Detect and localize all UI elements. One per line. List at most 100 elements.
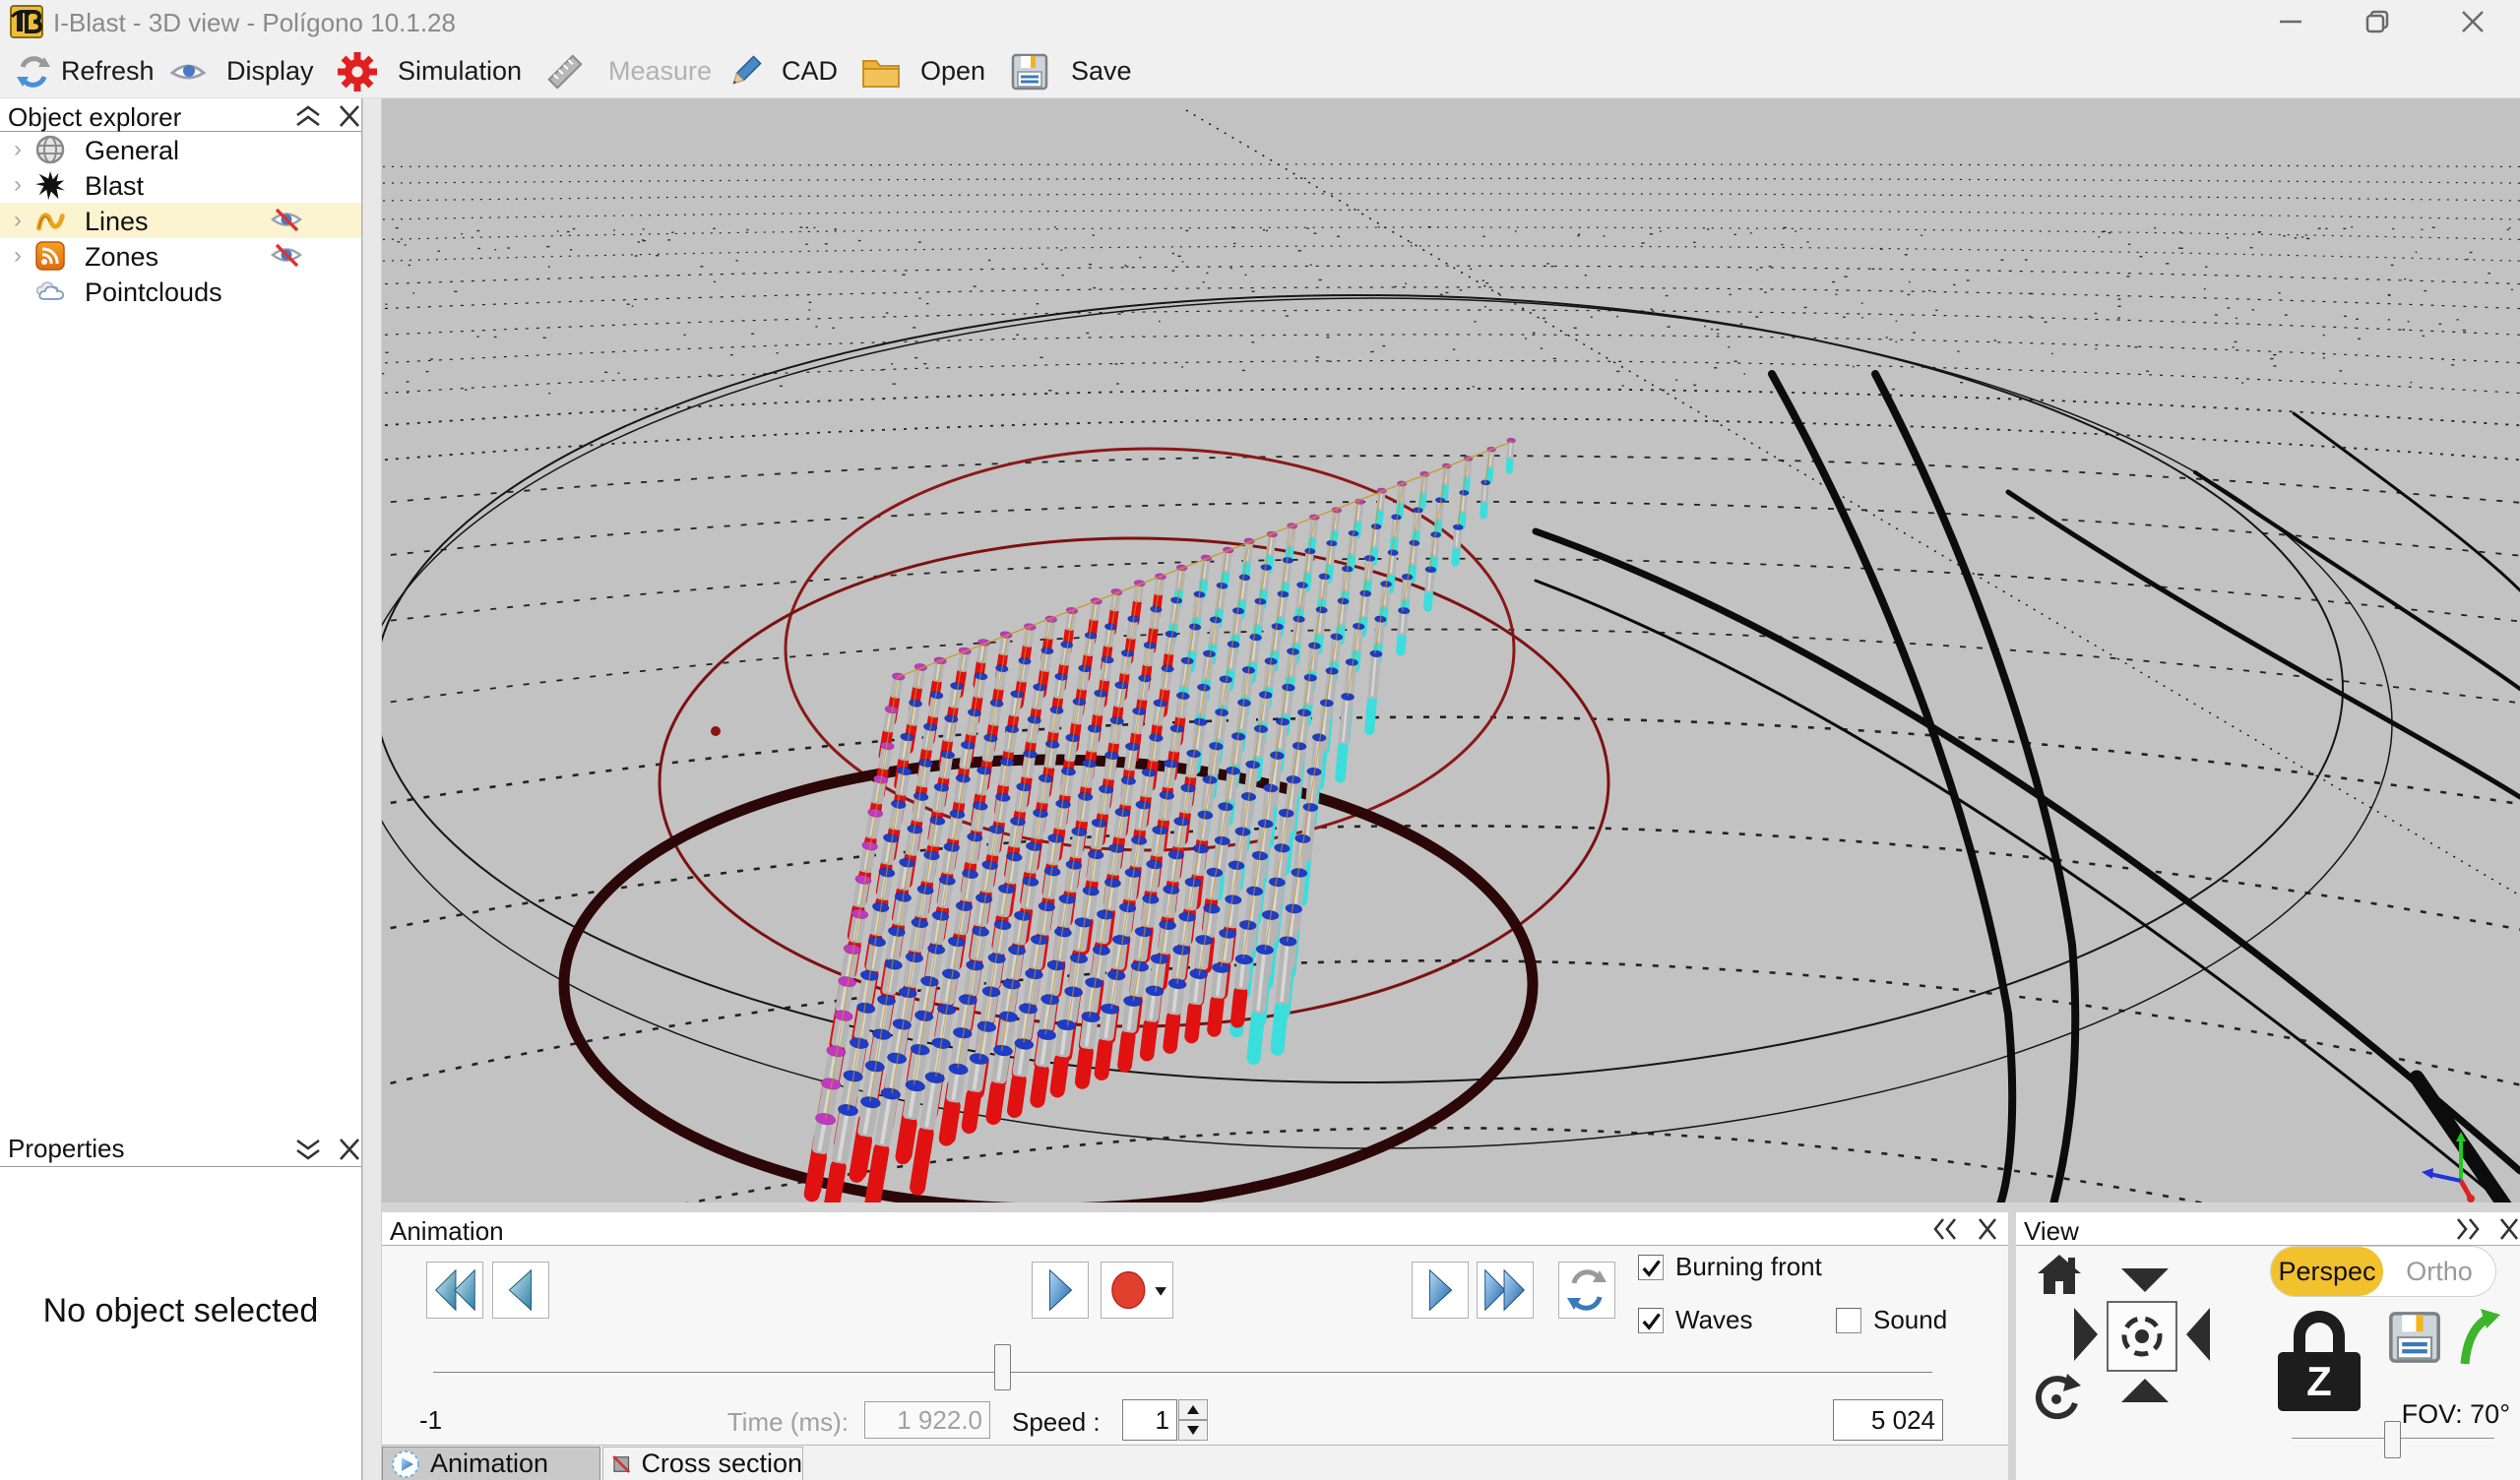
tree-item-zones[interactable]: › Zones [0, 238, 361, 274]
replay-button[interactable] [1558, 1262, 1615, 1319]
pan-right-icon[interactable] [2073, 1307, 2099, 1362]
save-icon[interactable] [1011, 53, 1048, 91]
close-panel-icon[interactable] [333, 1137, 366, 1162]
expand-chevron-icon[interactable]: › [14, 171, 22, 199]
app-logo-icon [10, 5, 43, 38]
view-title: View [2024, 1216, 2079, 1247]
checkbox-box [1638, 1255, 1664, 1280]
zones-icon [35, 241, 65, 271]
pan-up-icon[interactable] [2120, 1378, 2170, 1403]
collapse-up-icon[interactable] [291, 103, 325, 129]
expand-chevron-icon[interactable]: › [14, 207, 22, 234]
globe-icon [35, 135, 65, 164]
measure-button: Measure [608, 56, 712, 87]
timeline-track[interactable] [433, 1372, 1932, 1375]
checkbox-label: Burning front [1675, 1252, 1822, 1282]
pan-left-icon[interactable] [2185, 1307, 2211, 1362]
blast-scene [382, 98, 2520, 1202]
tree-item-label: Pointclouds [85, 278, 222, 308]
expand-chevron-icon[interactable]: › [14, 136, 22, 163]
speed-stepper [1178, 1399, 1208, 1441]
frame-value: 5 024 [1871, 1405, 1935, 1436]
lock-shackle [2294, 1311, 2345, 1356]
fov-label: FOV: 70° [2361, 1399, 2510, 1430]
step-back-button[interactable] [492, 1262, 549, 1319]
visibility-off-icon[interactable] [270, 206, 303, 234]
cad-button[interactable]: CAD [782, 56, 838, 87]
time-value: 1 922.0 [897, 1405, 982, 1436]
gear-icon[interactable] [336, 50, 379, 93]
pencil-icon[interactable] [726, 53, 764, 91]
fast-forward-button[interactable] [1477, 1262, 1534, 1319]
rotate-view-icon[interactable] [2032, 1372, 2081, 1421]
checkbox-label: Waves [1675, 1305, 1753, 1335]
time-input[interactable]: 1 922.0 [864, 1401, 990, 1439]
close-panel-icon[interactable] [333, 103, 366, 129]
play-circle-icon [391, 1449, 420, 1479]
timeline-handle[interactable] [994, 1344, 1011, 1390]
fov-slider-handle[interactable] [2384, 1421, 2401, 1458]
tab-animation[interactable]: Animation [382, 1447, 600, 1480]
simulation-button[interactable]: Simulation [398, 56, 522, 87]
play-fast-button[interactable] [1412, 1262, 1469, 1319]
refresh-button[interactable]: Refresh [61, 56, 155, 87]
perspective-button[interactable]: Perspec [2271, 1247, 2383, 1296]
object-explorer-title: Object explorer [8, 102, 181, 133]
toolbar: Refresh Display Simulation Measure CAD [0, 44, 2520, 98]
ortho-button[interactable]: Ortho [2383, 1247, 2495, 1296]
collapse-right-icon[interactable] [2452, 1216, 2486, 1242]
collapse-left-icon[interactable] [1929, 1216, 1963, 1242]
play-button[interactable] [1032, 1262, 1089, 1319]
tree-item-pointclouds[interactable]: Pointclouds [0, 274, 361, 309]
tree-item-lines[interactable]: › Lines [0, 203, 361, 238]
lock-z-letter: Z [2306, 1358, 2332, 1405]
window-title: I-Blast - 3D view - Polígono 10.1.28 [53, 8, 456, 38]
rewind-button[interactable] [426, 1262, 483, 1319]
minimize-button[interactable] [2268, 2, 2313, 41]
expand-chevron-icon[interactable]: › [14, 242, 22, 270]
pan-down-icon[interactable] [2120, 1267, 2170, 1293]
close-panel-icon[interactable] [2492, 1216, 2520, 1242]
folder-icon[interactable] [860, 53, 902, 91]
no-object-message: No object selected [0, 1292, 361, 1330]
sound-checkbox[interactable]: Sound [1836, 1305, 1947, 1335]
blast-icon [35, 170, 65, 200]
tree-item-label: General [85, 136, 179, 166]
waves-checkbox[interactable]: Waves [1638, 1305, 1753, 1335]
collapse-down-icon[interactable] [291, 1137, 325, 1162]
projection-toggle: Perspec Ortho [2270, 1246, 2496, 1297]
tab-cross-section[interactable]: Cross section [602, 1447, 803, 1480]
open-button[interactable]: Open [920, 56, 985, 87]
lock-z-icon[interactable]: Z [2278, 1311, 2361, 1413]
eye-icon[interactable] [169, 53, 207, 91]
center-view-icon[interactable] [2107, 1301, 2177, 1372]
burning-front-checkbox[interactable]: Burning front [1638, 1252, 1822, 1282]
panel-splitter[interactable] [362, 98, 382, 1480]
restore-view-icon[interactable] [2457, 1307, 2500, 1366]
viewport-3d[interactable] [382, 98, 2520, 1202]
close-panel-icon[interactable] [1971, 1216, 2004, 1242]
tree-item-label: Blast [85, 171, 144, 202]
speed-input[interactable]: 1 [1122, 1399, 1177, 1441]
checkbox-label: Sound [1873, 1305, 1947, 1335]
horizontal-splitter[interactable] [382, 1202, 2520, 1212]
tree-item-general[interactable]: › General [0, 132, 361, 167]
home-view-icon[interactable] [2036, 1252, 2083, 1295]
refresh-icon[interactable] [15, 53, 52, 91]
stepper-down-button[interactable] [1178, 1420, 1208, 1441]
restore-button[interactable] [2355, 2, 2400, 41]
tree-item-blast[interactable]: › Blast [0, 167, 361, 203]
stepper-up-button[interactable] [1178, 1399, 1208, 1420]
record-button[interactable] [1101, 1262, 1173, 1319]
visibility-off-icon[interactable] [270, 241, 303, 270]
speed-label: Speed : [1012, 1407, 1101, 1438]
save-button[interactable]: Save [1071, 56, 1132, 87]
close-button[interactable] [2450, 2, 2495, 41]
save-view-icon[interactable] [2388, 1311, 2441, 1364]
frame-input[interactable]: 5 024 [1833, 1399, 1943, 1441]
display-button[interactable]: Display [226, 56, 314, 87]
checkbox-box [1638, 1308, 1664, 1333]
tree-item-label: Lines [85, 207, 149, 237]
tab-label: Animation [430, 1449, 548, 1479]
ruler-icon [546, 53, 584, 91]
